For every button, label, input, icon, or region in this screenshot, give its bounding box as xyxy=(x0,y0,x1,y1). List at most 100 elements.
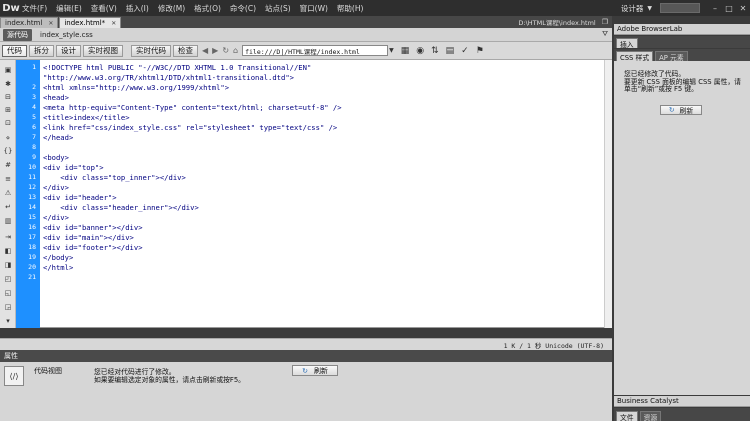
tab-label: 文件 xyxy=(620,413,634,421)
dreamweaver-logo: Dw xyxy=(2,2,20,14)
maximize-button[interactable]: □ xyxy=(722,4,736,13)
code-editor[interactable]: ▣ ✱ ⊟ ⊞ ⊡ ⋄ {} # ≡ ⚠ ↵ ▥ ⇥ ◧ ◨ ◰ ◱ ◲ ▾ 1… xyxy=(0,60,612,328)
apply-comment-icon[interactable]: ◧ xyxy=(3,247,13,256)
address-text: file:///D|/HTML课程/index.html xyxy=(245,47,360,56)
source-code-button[interactable]: 源代码 xyxy=(3,28,32,41)
menu-bar: Dw 文件(F) 编辑(E) 查看(V) 插入(I) 修改(M) 格式(O) 命… xyxy=(0,0,750,16)
restore-icon[interactable]: ❐ xyxy=(602,18,608,26)
auto-indent-icon[interactable]: ⇥ xyxy=(3,233,13,242)
filter-icon[interactable]: ⛛ xyxy=(602,30,608,39)
css-tab-bar: CSS 样式 AP 元素 xyxy=(614,49,750,62)
expand-all-icon[interactable]: ⊡ xyxy=(3,119,13,128)
remove-comment-icon[interactable]: ◨ xyxy=(3,261,13,270)
collapse-full-tag-icon[interactable]: ⊟ xyxy=(3,93,13,102)
close-button[interactable]: ✕ xyxy=(736,4,750,13)
recent-snippets-icon[interactable]: ◱ xyxy=(3,289,13,298)
home-icon[interactable]: ⌂ xyxy=(233,46,238,55)
menu-window[interactable]: 窗口(W) xyxy=(300,3,328,14)
chevron-down-icon[interactable]: ▼ xyxy=(389,47,394,54)
business-catalyst-title: Business Catalyst xyxy=(617,397,679,405)
search-input[interactable] xyxy=(660,3,700,13)
code-view-label: 代码视图 xyxy=(34,367,62,375)
tab-label: index.html xyxy=(5,19,43,27)
code-line: <div class="top_inner"></div> xyxy=(43,173,186,182)
highlight-invalid-icon[interactable]: ≡ xyxy=(3,175,13,184)
code-view-button[interactable]: 代码 xyxy=(2,44,27,57)
tab-files[interactable]: 文件 xyxy=(616,411,638,421)
syntax-error-icon[interactable]: ⚠ xyxy=(3,189,13,198)
live-view-button[interactable]: 实时视图 xyxy=(83,44,123,57)
code-view-icon: ⟨/⟩ xyxy=(4,366,24,386)
properties-panel-header[interactable]: 属性 xyxy=(0,350,612,362)
chevron-down-icon[interactable]: ▼ xyxy=(647,5,652,12)
move-css-icon[interactable]: ◲ xyxy=(3,303,13,312)
format-source-icon[interactable]: ▾ xyxy=(3,317,13,326)
menu-site[interactable]: 站点(S) xyxy=(265,3,291,14)
properties-refresh-button[interactable]: ↻ 刷新 xyxy=(292,365,338,376)
line-number: 8 xyxy=(32,143,36,151)
menu-format[interactable]: 格式(O) xyxy=(194,3,221,14)
css-refresh-button[interactable]: ↻ 刷新 xyxy=(660,105,702,115)
code-area[interactable]: <!DOCTYPE html PUBLIC "-//W3C//DTD XHTML… xyxy=(43,60,603,328)
code-line: </div> xyxy=(43,213,69,222)
wrap-tag-icon[interactable]: ◰ xyxy=(3,275,13,284)
visual-aids-icon[interactable]: ▤ xyxy=(446,46,455,56)
css-panel-message: 您已经修改了代码。 要更新 CSS 面板的编辑 CSS 属性，请单击“刷新”或按… xyxy=(624,70,741,93)
design-view-button[interactable]: 设计 xyxy=(56,44,81,57)
download-size-status: 1 K / 1 秒 Unicode (UTF-8) xyxy=(503,341,604,350)
tab-insert[interactable]: 插入 xyxy=(616,38,638,49)
menu-edit[interactable]: 编辑(E) xyxy=(56,3,82,14)
code-line: <head> xyxy=(43,93,69,102)
line-number: 6 xyxy=(32,123,36,131)
split-view-button[interactable]: 拆分 xyxy=(29,44,54,57)
word-wrap-icon[interactable]: ↵ xyxy=(3,203,13,212)
properties-message-line2: 如果要编辑选定对象的属性，请点击刷新或按F5。 xyxy=(94,376,245,384)
browserlab-panel-header[interactable]: Adobe BrowserLab xyxy=(614,24,750,35)
vertical-scrollbar[interactable] xyxy=(604,60,612,328)
close-icon[interactable]: ✕ xyxy=(48,20,53,27)
back-arrow-icon[interactable]: ◀ xyxy=(202,46,208,55)
file-management-icon[interactable]: ⇅ xyxy=(431,46,439,56)
select-parent-tag-icon[interactable]: ⋄ xyxy=(3,134,13,143)
inspect-button[interactable]: 检查 xyxy=(173,44,198,57)
open-documents-icon[interactable]: ▣ xyxy=(3,66,13,75)
validate-icon[interactable]: ⚑ xyxy=(476,46,484,56)
code-line: <!DOCTYPE html PUBLIC "-//W3C//DTD XHTML… xyxy=(43,63,312,72)
menu-insert[interactable]: 插入(I) xyxy=(126,3,149,14)
live-code-button[interactable]: 实时代码 xyxy=(131,44,171,57)
collapse-selection-icon[interactable]: ⊞ xyxy=(3,106,13,115)
line-number: 21 xyxy=(28,273,36,281)
menu-view[interactable]: 查看(V) xyxy=(91,3,117,14)
menu-help[interactable]: 帮助(H) xyxy=(337,3,364,14)
balance-braces-icon[interactable]: {} xyxy=(3,147,13,156)
code-line: <div class="header_inner"></div> xyxy=(43,203,199,212)
tab-index-html-modified[interactable]: index.html* ✕ xyxy=(59,17,122,28)
show-code-navigator-icon[interactable]: ✱ xyxy=(3,80,13,89)
tab-css-styles[interactable]: CSS 样式 xyxy=(616,51,654,62)
close-icon[interactable]: ✕ xyxy=(111,20,116,27)
properties-title: 属性 xyxy=(4,352,18,360)
menu-commands[interactable]: 命令(C) xyxy=(230,3,256,14)
menu-file[interactable]: 文件(F) xyxy=(22,3,47,14)
line-number-gutter: 1 2 3 4 5 6 7 8 9 10 11 12 13 14 15 16 1… xyxy=(16,60,40,328)
check-browser-icon[interactable]: ✓ xyxy=(461,46,469,56)
forward-arrow-icon[interactable]: ▶ xyxy=(212,46,218,55)
code-line: </div> xyxy=(43,183,69,192)
related-file-css[interactable]: index_style.css xyxy=(40,31,93,39)
syntax-coloring-icon[interactable]: ▥ xyxy=(3,217,13,226)
workspace-switcher[interactable]: 设计器 xyxy=(621,3,644,14)
business-catalyst-panel-header[interactable]: Business Catalyst xyxy=(614,396,750,407)
multiscreen-icon[interactable]: ▦ xyxy=(401,46,410,56)
minimize-button[interactable]: – xyxy=(708,4,722,13)
address-bar[interactable]: file:///D|/HTML课程/index.html xyxy=(242,45,389,56)
line-numbers-icon[interactable]: # xyxy=(3,161,13,170)
refresh-icon[interactable]: ↻ xyxy=(222,46,229,55)
preview-in-browser-icon[interactable]: ◉ xyxy=(416,46,424,56)
tab-index-html[interactable]: index.html ✕ xyxy=(0,17,59,28)
status-bar: 1 K / 1 秒 Unicode (UTF-8) xyxy=(0,338,612,350)
menu-modify[interactable]: 修改(M) xyxy=(158,3,185,14)
files-tab-bar: 文件 资源 xyxy=(614,408,750,421)
tab-ap-elements[interactable]: AP 元素 xyxy=(655,51,688,62)
line-number: 12 xyxy=(28,183,36,191)
tab-assets[interactable]: 资源 xyxy=(639,411,662,421)
